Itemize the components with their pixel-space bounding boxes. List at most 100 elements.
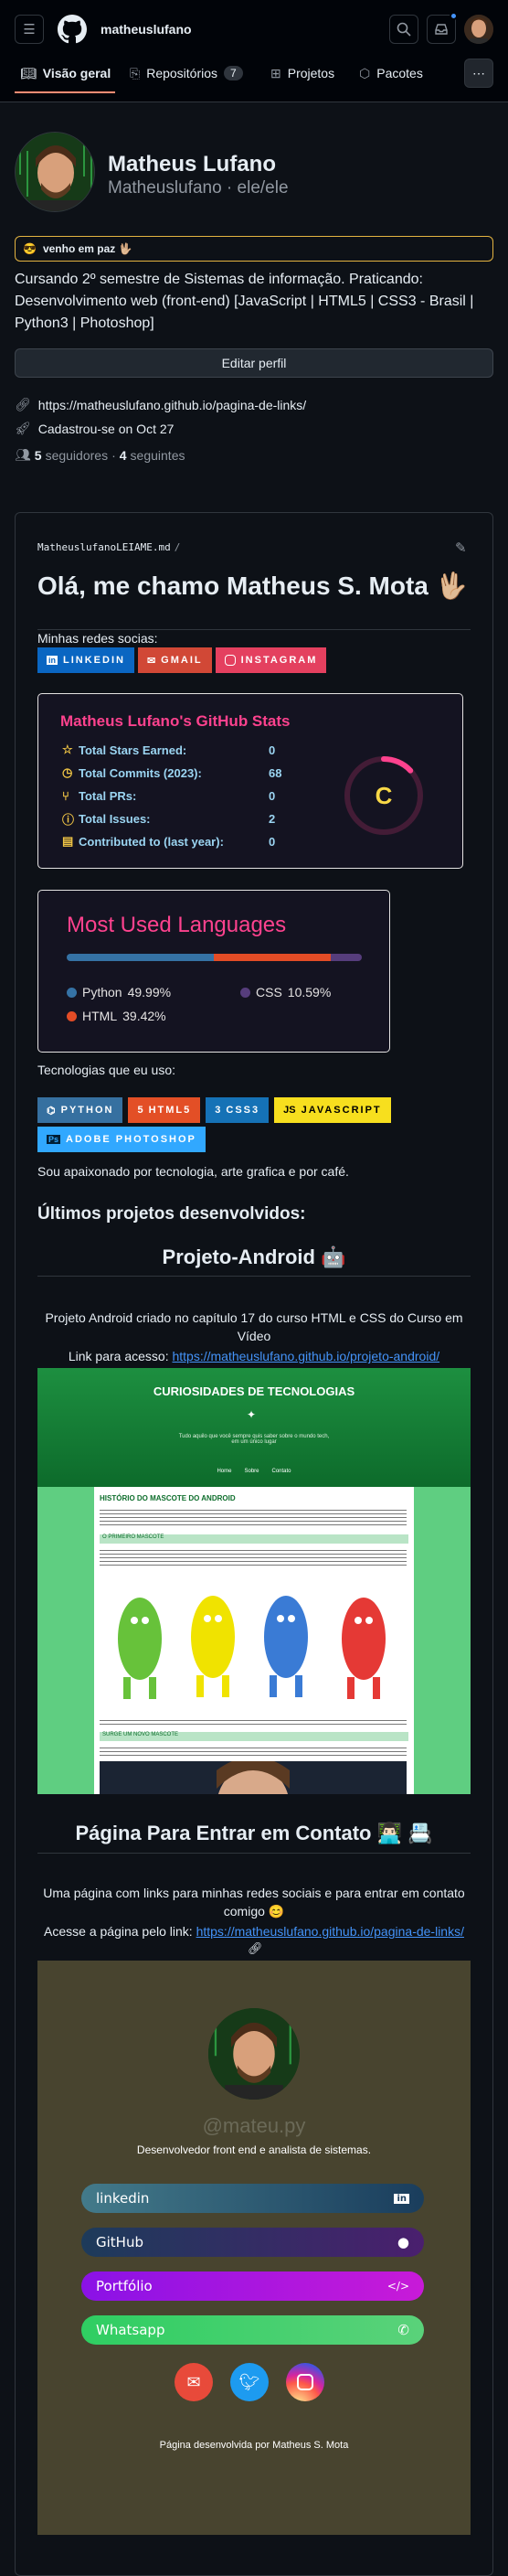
notification-dot [450, 12, 458, 20]
repo-icon: ⎘ [130, 65, 141, 80]
passion-text: Sou apaixonado por tecnologia, arte graf… [37, 1164, 349, 1179]
project2-link-line: Acesse a página pelo link: https://mathe… [44, 1924, 464, 1939]
github-logo-icon[interactable] [58, 15, 87, 44]
python-badge[interactable]: ⌬ PYTHON [37, 1097, 123, 1123]
css3-badge[interactable]: 3 CSS3 [206, 1097, 270, 1123]
joined-text: Cadastrou-se on Oct 27 [37, 421, 175, 436]
lang-item-html: HTML 39.42% [67, 1009, 166, 1023]
anchor-link-icon[interactable]: 🔗︎ [248, 1941, 263, 1956]
profile-avatar[interactable] [15, 132, 95, 212]
instagram-badge[interactable]: INSTAGRAM [215, 647, 327, 673]
html5-icon: 5 [137, 1105, 143, 1116]
lang-bar-python [67, 954, 215, 961]
preview-whatsapp-button[interactable]: Whatsapp ✆ [81, 2315, 424, 2345]
photoshop-badge[interactable]: Ps ADOBE PHOTOSHOP [37, 1127, 206, 1152]
html5-badge[interactable]: 5 HTML5 [128, 1097, 201, 1123]
preview-section1: O PRIMEIRO MASCOTE [100, 1534, 408, 1544]
project2-divider [37, 1853, 471, 1854]
preview-section2: SURGE UM NOVO MASCOTE [100, 1732, 408, 1741]
preview-photo [100, 1757, 407, 1794]
app-header: ☰ matheuslufano 📖︎ Visão geral ⎘ Reposit… [0, 0, 508, 102]
hamburger-icon: ☰ [23, 22, 36, 37]
project1-desc: Projeto Android criado no capítulo 17 do… [45, 1310, 463, 1343]
project2-link[interactable]: https://matheuslufano.github.io/pagina-d… [196, 1924, 464, 1939]
linkedin-icon: in [394, 2193, 409, 2204]
javascript-icon: JS [283, 1105, 296, 1116]
status-emoji-icon: 😎 [23, 242, 37, 255]
preview-portfolio-button[interactable]: Portfólio </> [81, 2271, 424, 2301]
followers-count[interactable]: 5 [35, 448, 42, 463]
rank-ring: C [344, 756, 423, 835]
languages-title: Most Used Languages [67, 913, 287, 937]
lang-item-python: Python 49.99% [67, 985, 171, 999]
header-avatar[interactable] [464, 15, 493, 44]
followers-label[interactable]: seguidores [46, 448, 109, 463]
project1-title: Projeto-Android 🤖 [162, 1245, 346, 1268]
issue-icon: ⓘ [62, 812, 75, 827]
kebab-icon: ⋯ [472, 65, 485, 80]
projects-heading: Últimos projetos desenvolvidos: [37, 1204, 306, 1224]
preview-twitter-icon[interactable]: 🐦︎ [230, 2363, 269, 2401]
profile-bio: Cursando 2º semestre de Sistemas de info… [15, 272, 474, 331]
preview-instagram-icon[interactable] [286, 2363, 324, 2401]
stat-row-prs: ⑂ Total PRs: 0 [62, 788, 276, 803]
table-icon: ⊞ [270, 65, 281, 80]
following-count[interactable]: 4 [120, 448, 127, 463]
linkedin-badge[interactable]: in LINKEDIN [37, 647, 134, 673]
edit-readme-pencil-icon[interactable]: ✎ [455, 540, 467, 556]
link-icon: 🔗︎ [15, 397, 31, 412]
stat-row-commits: ◷ Total Commits (2023): 68 [62, 765, 282, 780]
preview-github-button[interactable]: GitHub ● [81, 2228, 424, 2257]
preview-linkedin-button[interactable]: linkedin in [81, 2184, 424, 2213]
status-badge[interactable]: 😎 venho em paz 🖖🏼 [15, 236, 493, 262]
readme-path-name[interactable]: MatheuslufanoLEIAME.md [37, 541, 171, 553]
heading-divider [37, 629, 471, 630]
gmail-badge[interactable]: ✉ GMAIL [137, 647, 212, 673]
github-stats-card[interactable]: Matheus Lufano's GitHub Stats ☆ Total Sta… [37, 693, 463, 869]
tab-packages-label: Pacotes [376, 66, 423, 80]
header-username[interactable]: matheuslufano [101, 22, 192, 37]
rank-letter: C [376, 782, 393, 809]
preview-email-icon[interactable]: ✉ [175, 2363, 213, 2401]
profile-login: Matheuslufano · ele/ele [108, 178, 289, 198]
css-dot-icon [240, 987, 250, 998]
edit-profile-button[interactable]: Editar perfil [15, 348, 493, 378]
more-tabs-button[interactable]: ⋯ [464, 59, 493, 88]
search-icon [397, 22, 411, 37]
project2-desc: Uma página com links para minhas redes s… [43, 1886, 465, 1919]
tab-projects[interactable]: ⊞ Projetos [270, 57, 334, 90]
following-label[interactable]: seguintes [131, 448, 185, 463]
languages-card[interactable]: Most Used Languages Python 49.99% HTML 39.… [37, 890, 390, 1053]
repo-icon: ▤ [62, 834, 74, 848]
people-icon: 👥︎ [15, 447, 31, 462]
preview-role: Desenvolvedor front end e analista de si… [136, 2143, 372, 2156]
preview-site-sub: Tudo aquilo que você sempre quis saber s… [178, 1434, 330, 1445]
tab-overview[interactable]: 📖︎ Visão geral [20, 57, 111, 90]
javascript-badge[interactable]: JS JAVASCRIPT [274, 1097, 391, 1123]
avatar-portrait-icon [16, 133, 94, 211]
active-tab-underline [15, 91, 115, 93]
profile-website-link[interactable]: https://matheuslufano.github.io/pagina-d… [38, 398, 306, 412]
menu-button[interactable]: ☰ [15, 15, 44, 44]
code-icon: </> [386, 2280, 409, 2293]
package-icon: ⬡ [359, 65, 371, 80]
project1-divider [37, 1276, 471, 1277]
linkedin-icon: in [47, 656, 58, 665]
tab-repositories[interactable]: ⎘ Repositórios 7 [130, 57, 243, 90]
search-button[interactable] [389, 15, 418, 44]
stat-row-contributed: ▤ Contributed to (last year): 0 [62, 834, 276, 849]
lang-bar-html [214, 954, 331, 961]
lang-item-css: CSS 10.59% [240, 985, 331, 999]
tab-packages[interactable]: ⬡ Pacotes [359, 57, 423, 90]
preview-text-lines [100, 1507, 407, 1527]
socials-label: Minhas redes socias: [37, 631, 158, 646]
project1-preview[interactable]: CURIOSIDADES DE TECNOLOGIAS ✦ Tudo aquil… [37, 1368, 471, 1794]
html-dot-icon [67, 1010, 77, 1021]
project1-link[interactable]: https://matheuslufano.github.io/projeto-… [172, 1349, 439, 1363]
project2-preview[interactable]: @mateu.py Desenvolvedor front end e anal… [37, 1961, 471, 2535]
readme-path: MatheuslufanoLEIAME.md / [37, 541, 180, 553]
stats-title: Matheus Lufano's GitHub Stats [60, 712, 291, 730]
preview-avatar-portrait-icon [208, 2008, 300, 2100]
inbox-icon [435, 24, 448, 35]
tab-repositories-label: Repositórios [146, 66, 218, 80]
